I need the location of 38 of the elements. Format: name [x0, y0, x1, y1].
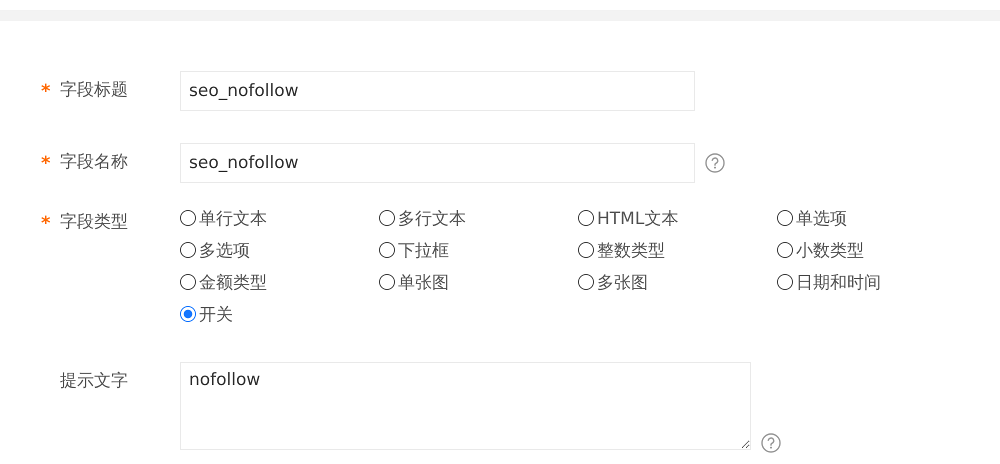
- help-icon[interactable]: [761, 433, 781, 453]
- radio-option[interactable]: 单行文本: [180, 202, 379, 234]
- required-mark: *: [41, 152, 50, 174]
- radio-icon[interactable]: [379, 242, 395, 258]
- radio-icon[interactable]: [379, 210, 395, 226]
- field-label: 字段标题: [60, 78, 128, 100]
- radio-icon[interactable]: [777, 242, 793, 258]
- radio-icon[interactable]: [578, 210, 594, 226]
- radio-icon[interactable]: [180, 210, 196, 226]
- radio-option[interactable]: 单选项: [777, 202, 976, 234]
- input-field[interactable]: nofollow: [180, 362, 751, 450]
- input-field[interactable]: seo_nofollow: [180, 71, 695, 111]
- radio-option[interactable]: 单张图: [379, 266, 578, 298]
- radio-icon[interactable]: [777, 274, 793, 290]
- required-mark: *: [41, 212, 50, 234]
- radio-option[interactable]: 下拉框: [379, 234, 578, 266]
- radio-option[interactable]: 金额类型: [180, 266, 379, 298]
- field-label: 字段名称: [60, 150, 128, 172]
- radio-option[interactable]: 开关: [180, 298, 379, 330]
- radio-option[interactable]: 小数类型: [777, 234, 976, 266]
- radio-icon[interactable]: [379, 274, 395, 290]
- radio-icon[interactable]: [777, 210, 793, 226]
- help-icon[interactable]: [705, 153, 725, 173]
- radio-option[interactable]: 多选项: [180, 234, 379, 266]
- radio-option[interactable]: 多行文本: [379, 202, 578, 234]
- radio-icon[interactable]: [578, 274, 594, 290]
- radio-icon[interactable]: [180, 242, 196, 258]
- radio-option[interactable]: HTML文本: [578, 202, 777, 234]
- radio-icon[interactable]: [578, 242, 594, 258]
- radio-icon[interactable]: [180, 306, 196, 322]
- field-label: 提示文字: [60, 370, 128, 392]
- field-label: 字段类型: [60, 210, 128, 232]
- input-field[interactable]: seo_nofollow: [180, 143, 695, 183]
- radio-icon[interactable]: [180, 274, 196, 290]
- radio-option[interactable]: 整数类型: [578, 234, 777, 266]
- radio-option[interactable]: 多张图: [578, 266, 777, 298]
- required-mark: *: [41, 80, 50, 102]
- radio-option[interactable]: 日期和时间: [777, 266, 976, 298]
